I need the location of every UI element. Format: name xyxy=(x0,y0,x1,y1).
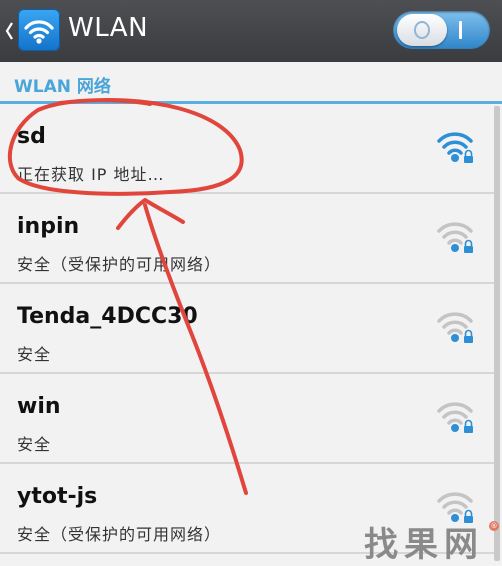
page-title: WLAN xyxy=(68,13,149,43)
toggle-knob[interactable] xyxy=(397,14,447,46)
network-item-win[interactable]: win 安全 xyxy=(0,376,494,464)
wifi-signal-locked-icon xyxy=(437,402,473,433)
network-name: win xyxy=(17,394,61,419)
wifi-signal-locked-icon xyxy=(437,312,473,343)
row-divider xyxy=(0,462,494,464)
scrollbar[interactable] xyxy=(494,106,500,561)
network-name: ytot-js xyxy=(17,484,98,509)
network-item-inpin[interactable]: inpin 安全（受保护的可用网络） xyxy=(0,196,494,284)
network-status: 安全（受保护的可用网络） xyxy=(17,255,222,274)
wifi-icon xyxy=(24,20,54,44)
network-status: 安全（受保护的可用网络） xyxy=(17,525,222,544)
row-divider xyxy=(0,372,494,374)
network-item-sd[interactable]: sd 正在获取 IP 地址… xyxy=(0,106,494,194)
wifi-signal-locked-icon xyxy=(437,222,473,253)
network-name: Tenda_4DCC30 xyxy=(17,304,198,329)
network-name: inpin xyxy=(17,214,80,239)
network-item-tenda[interactable]: Tenda_4DCC30 安全 xyxy=(0,286,494,374)
network-name: sd xyxy=(17,124,46,149)
wifi-signal-locked-icon xyxy=(437,132,473,163)
back-chevron-icon[interactable] xyxy=(5,18,13,44)
row-divider xyxy=(0,282,494,284)
row-divider xyxy=(0,192,494,194)
wlan-app-icon[interactable] xyxy=(18,9,60,51)
network-status: 安全 xyxy=(17,345,52,364)
action-bar: WLAN xyxy=(0,0,502,62)
network-status: 安全 xyxy=(17,435,52,454)
registered-mark: ® xyxy=(489,521,499,531)
section-header: WLAN 网络 xyxy=(0,62,502,104)
watermark-logo: 找果网 xyxy=(364,525,484,565)
toggle-off-mark-icon xyxy=(414,21,430,39)
network-status: 正在获取 IP 地址… xyxy=(17,165,165,184)
section-label: WLAN 网络 xyxy=(14,77,111,97)
toggle-on-mark-icon xyxy=(459,21,462,39)
wlan-toggle-switch[interactable] xyxy=(393,11,490,49)
section-divider xyxy=(0,101,502,104)
